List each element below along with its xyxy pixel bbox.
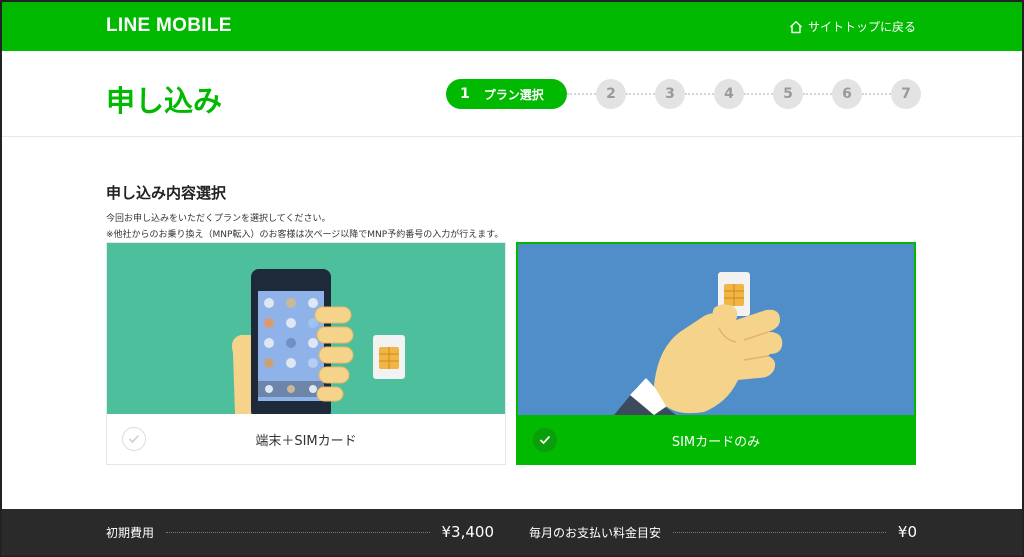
top-bar: LINE MOBILE サイトトップに戻る [2,2,1022,51]
sim-only-illustration [518,244,914,415]
page-title: 申し込み [106,84,223,118]
step-connector [626,93,655,95]
monthly-cost-label: 毎月のお支払い料金目安 [529,525,662,540]
dotted-leader [166,531,430,533]
app-frame: LINE MOBILE サイトトップに戻る 申し込み 1 プラン選択 2 3 4… [2,2,1022,555]
price-footer: 初期費用 ¥3,400 毎月のお支払い料金目安 ¥0 [2,509,1022,555]
site-top-link-label: サイトトップに戻る [807,20,916,34]
step-6: 6 [832,79,862,109]
step-7: 7 [891,79,921,109]
step-number: 1 [460,86,470,102]
monthly-cost: 毎月のお支払い料金目安 ¥0 [529,509,917,555]
step-connector [685,93,714,95]
monthly-cost-value: ¥0 [897,523,917,541]
step-2: 2 [596,79,626,109]
mnp-note: ※他社からのお乗り換え（MNP転入）のお客様は次ページ以降でMNP予約番号の入力… [106,230,504,240]
option-label-text: SIMカードのみ [671,434,761,450]
device-sim-illustration [107,243,505,414]
check-icon [122,427,146,451]
option-label-text: 端末＋SIMカード [255,433,357,449]
home-icon [790,20,802,33]
check-icon [533,428,557,452]
dotted-leader [673,531,886,533]
title-bar: 申し込み 1 プラン選択 2 3 4 5 6 7 [2,51,1022,137]
step-label: プラン選択 [483,87,544,102]
initial-cost-label: 初期費用 [106,525,155,540]
option-label: 端末＋SIMカード [107,414,505,464]
option-device-sim[interactable]: 端末＋SIMカード [106,242,506,465]
step-1-active: 1 プラン選択 [446,79,567,109]
step-connector [803,93,832,95]
section-description: 今回お申し込みをいただくプランを選択してください。 [106,214,331,224]
initial-cost: 初期費用 ¥3,400 [106,509,494,555]
initial-cost-value: ¥3,400 [441,523,495,541]
line-mobile-logo[interactable]: LINE MOBILE [106,15,232,37]
step-connector [862,93,891,95]
step-connector [744,93,773,95]
section-title: 申し込み内容選択 [106,184,227,202]
option-label: SIMカードのみ [518,415,914,465]
option-sim-only[interactable]: SIMカードのみ [516,242,916,465]
step-5: 5 [773,79,803,109]
step-3: 3 [655,79,685,109]
phone-hand-illustration [232,269,405,414]
step-progress: 1 プラン選択 2 3 4 5 6 7 [446,79,921,109]
site-top-link[interactable]: サイトトップに戻る [789,18,916,35]
hand-holding-sim-illustration [614,272,783,415]
step-connector [567,93,596,95]
step-4: 4 [714,79,744,109]
